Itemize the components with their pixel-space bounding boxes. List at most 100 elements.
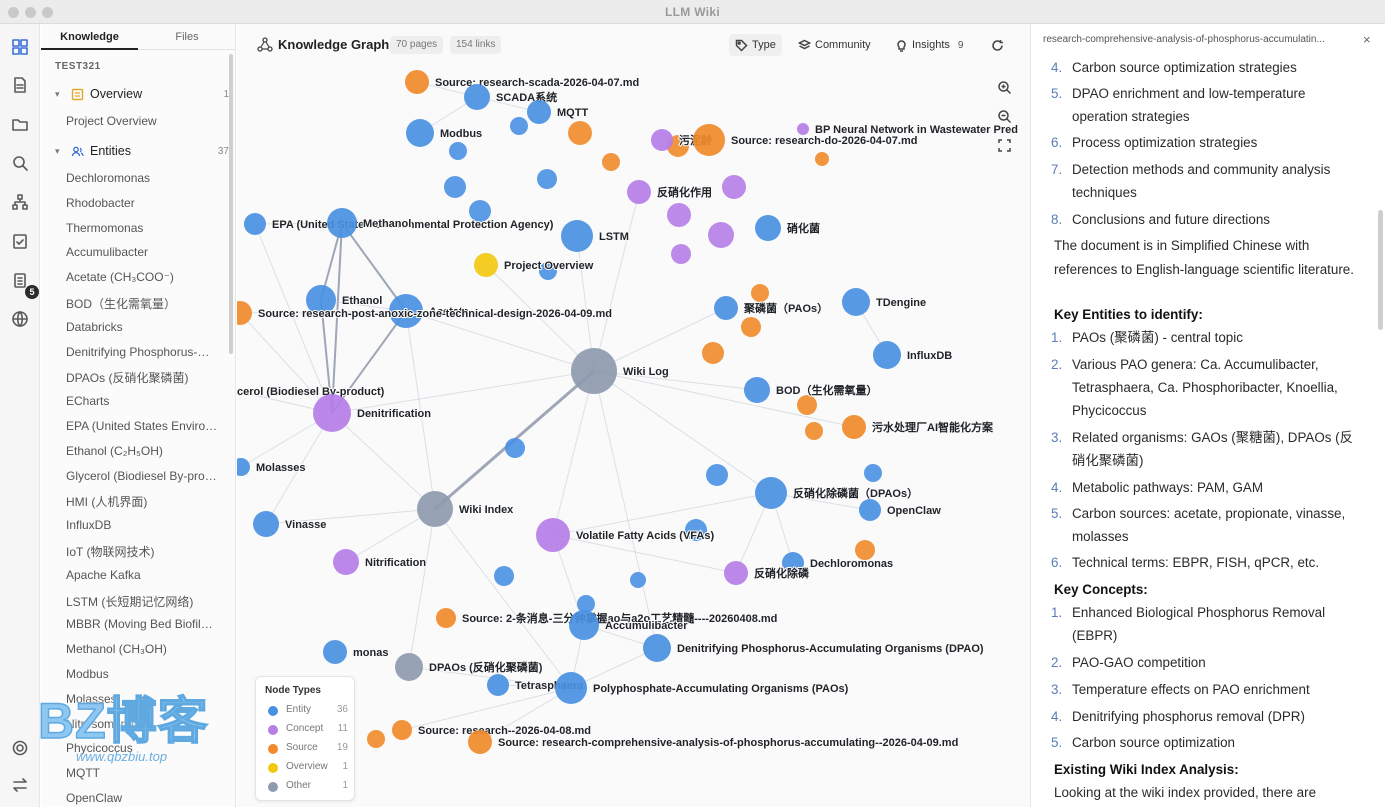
graph-node[interactable] (667, 203, 691, 227)
graph-node[interactable] (464, 84, 490, 110)
graph-node[interactable] (537, 169, 557, 189)
graph-node[interactable] (510, 117, 528, 135)
sidebar-entity-item[interactable]: OpenClaw (66, 791, 218, 805)
graph-node[interactable] (395, 653, 423, 681)
sidebar-entity-item[interactable]: LSTM (长短期记忆网络) (66, 593, 218, 610)
graph-node[interactable] (392, 720, 412, 740)
sidebar-entity-item[interactable]: DPAOs (反硝化聚磷菌) (66, 369, 218, 386)
graph-node[interactable] (436, 608, 456, 628)
graph-node[interactable] (444, 176, 466, 198)
sidebar-entity-item[interactable]: Apache Kafka (66, 568, 218, 582)
graph-node[interactable] (536, 518, 570, 552)
graph-node[interactable] (805, 422, 823, 440)
graph-node[interactable] (873, 341, 901, 369)
graph-node[interactable] (693, 124, 725, 156)
graph-node[interactable] (751, 284, 769, 302)
sidebar-entity-item[interactable]: Nitrosomonas (66, 717, 218, 731)
sidebar-scrollbar[interactable] (229, 54, 233, 354)
graph-node[interactable] (702, 342, 724, 364)
graph-node[interactable] (797, 123, 809, 135)
document-icon[interactable] (9, 74, 31, 96)
sidebar-entity-item[interactable]: Denitrifying Phosphorus-… (66, 345, 218, 359)
graph-node[interactable] (569, 610, 599, 640)
graph-node[interactable] (555, 672, 587, 704)
sidebar-entity-item[interactable]: Rhodobacter (66, 196, 218, 210)
graph-node[interactable] (487, 674, 509, 696)
graph-node[interactable] (468, 730, 492, 754)
tab-files[interactable]: Files (138, 24, 235, 50)
graph-node[interactable] (643, 634, 671, 662)
type-filter-button[interactable]: Type (729, 34, 782, 56)
graph-node[interactable] (630, 572, 646, 588)
graph-node[interactable] (405, 70, 429, 94)
graph-node[interactable] (651, 129, 673, 151)
group-overview[interactable]: ▾ Overview 1 (55, 87, 229, 101)
graph-node[interactable] (722, 175, 746, 199)
group-entities[interactable]: ▾ Entities 37 (55, 144, 229, 158)
graph-node[interactable] (571, 348, 617, 394)
sidebar-entity-item[interactable]: Dechloromonas (66, 171, 218, 185)
sidebar-entity-item[interactable]: IoT (物联网技术) (66, 543, 218, 560)
sidebar-entity-item[interactable]: InfluxDB (66, 518, 218, 532)
graph-node[interactable] (859, 499, 881, 521)
graph-node[interactable] (755, 215, 781, 241)
graph-node[interactable] (708, 222, 734, 248)
graph-node[interactable] (755, 477, 787, 509)
sidebar-entity-item[interactable]: Ethanol (C₂H₅OH) (66, 444, 218, 458)
graph-node[interactable] (797, 395, 817, 415)
close-icon[interactable]: × (1363, 32, 1371, 47)
sitemap-icon[interactable] (9, 191, 31, 213)
graph-node[interactable] (527, 100, 551, 124)
graph-node[interactable] (842, 288, 870, 316)
sidebar-entity-item[interactable]: Modbus (66, 667, 218, 681)
graph-node[interactable] (417, 491, 453, 527)
graph-node[interactable] (855, 540, 875, 560)
graph-node[interactable] (815, 152, 829, 166)
graph-node[interactable] (244, 213, 266, 235)
graph-node[interactable] (864, 464, 882, 482)
graph-node[interactable] (327, 208, 357, 238)
folder-icon[interactable] (9, 113, 31, 135)
sidebar-entity-item[interactable]: Molasses (66, 692, 218, 706)
refresh-button[interactable] (985, 34, 1010, 56)
sidebar-entity-item[interactable]: Thermomonas (66, 221, 218, 235)
graph-node[interactable] (313, 394, 351, 432)
preview-scrollbar[interactable] (1378, 210, 1383, 330)
settings-icon[interactable] (9, 737, 31, 759)
checklist-icon[interactable] (9, 230, 31, 252)
graph-node[interactable] (568, 121, 592, 145)
sidebar-entity-item[interactable]: HMI (人机界面) (66, 493, 218, 510)
sidebar-entity-item[interactable]: MQTT (66, 766, 218, 780)
graph-node[interactable] (237, 301, 252, 325)
sidebar-entity-item[interactable]: EPA (United States Enviro… (66, 419, 218, 433)
sidebar-entity-item[interactable]: Accumulibacter (66, 245, 218, 259)
graph-node[interactable] (474, 253, 498, 277)
graph-node[interactable] (671, 244, 691, 264)
graph-node[interactable] (741, 317, 761, 337)
zoom-out-button[interactable] (994, 106, 1014, 126)
swap-icon[interactable] (9, 774, 31, 796)
graph-node[interactable] (237, 458, 250, 476)
search-icon[interactable] (9, 152, 31, 174)
graph-node[interactable] (494, 566, 514, 586)
sidebar-entity-item[interactable]: Phycicoccus (66, 741, 218, 755)
sidebar-entity-item[interactable]: Acetate (CH₃COO⁻) (66, 270, 218, 284)
sidebar-entity-item[interactable]: Methanol (CH₃OH) (66, 642, 218, 656)
graph-node[interactable] (323, 640, 347, 664)
graph-node[interactable] (627, 180, 651, 204)
graph-node[interactable] (724, 561, 748, 585)
graph-node[interactable] (561, 220, 593, 252)
sidebar-entity-item[interactable]: ECharts (66, 394, 218, 408)
sidebar-entity-item[interactable]: Databricks (66, 320, 218, 334)
sidebar-item-project-overview[interactable]: Project Overview (66, 114, 218, 128)
graph-node[interactable] (367, 730, 385, 748)
knowledge-graph-canvas[interactable]: Source: research-scada-2026-04-07.mdSCAD… (237, 24, 1030, 807)
graph-node[interactable] (706, 464, 728, 486)
graph-node[interactable] (505, 438, 525, 458)
graph-node[interactable] (602, 153, 620, 171)
graph-node[interactable] (333, 549, 359, 575)
sidebar-entity-item[interactable]: Glycerol (Biodiesel By-pro… (66, 469, 218, 483)
sidebar-entity-item[interactable]: BOD（生化需氧量） (66, 295, 218, 312)
graph-node[interactable] (449, 142, 467, 160)
graph-node[interactable] (253, 511, 279, 537)
